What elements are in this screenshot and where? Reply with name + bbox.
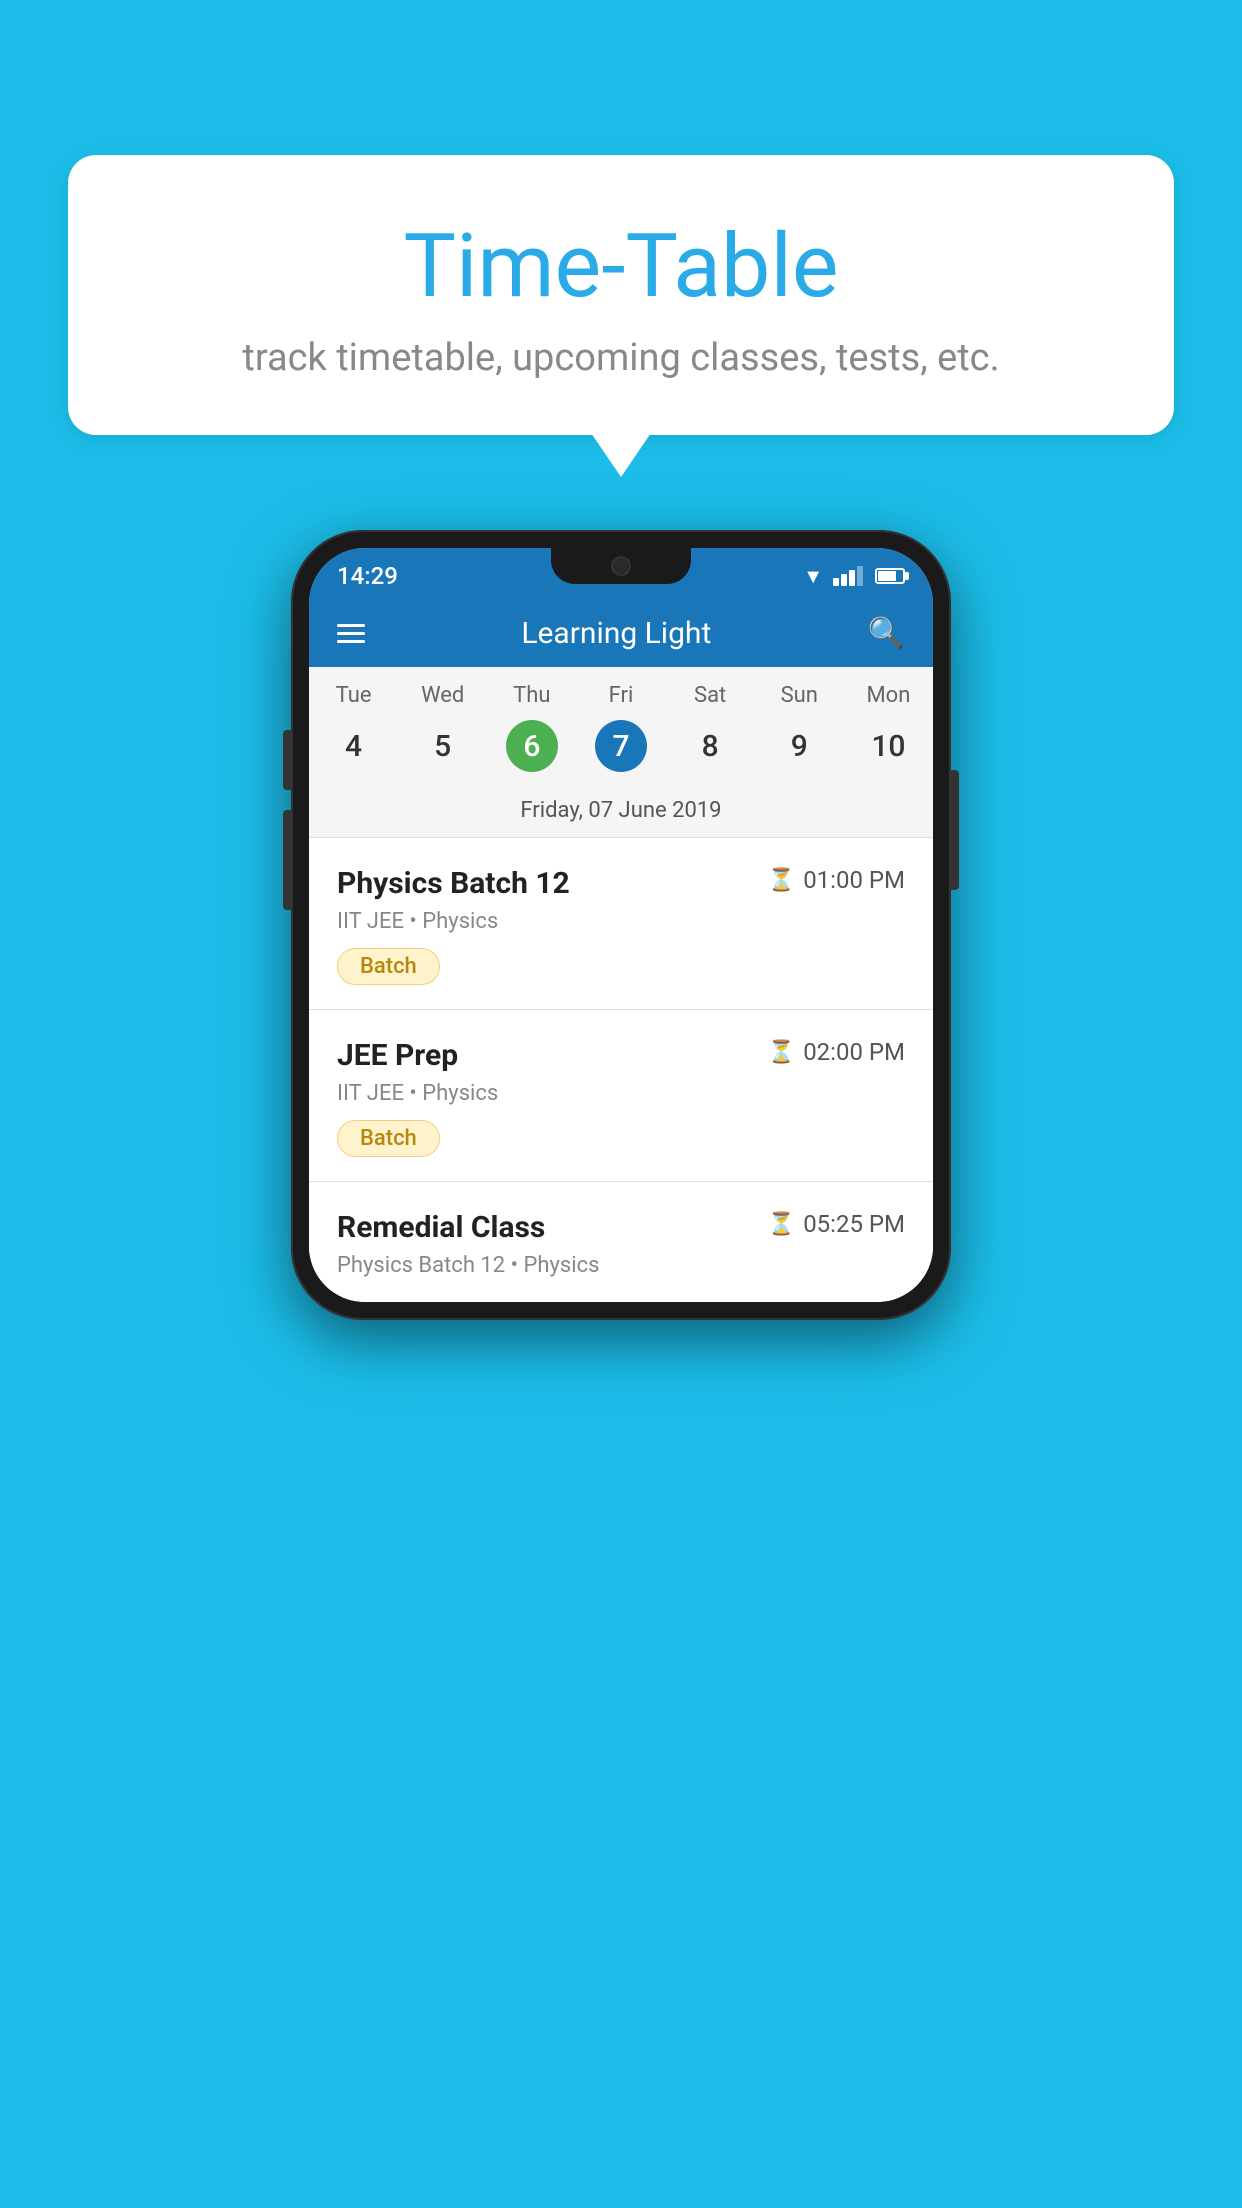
app-bar: Learning Light 🔍	[309, 600, 933, 667]
date-col-4[interactable]: 8	[666, 720, 755, 772]
batch-tag-1: Batch	[337, 948, 440, 985]
dates-row: 45678910	[309, 712, 933, 788]
schedule-sub-2: IIT JEE • Physics	[337, 1081, 905, 1106]
wifi-icon: ▼	[803, 564, 823, 589]
schedule-time-2: ⏳ 02:00 PM	[768, 1038, 905, 1066]
phone-screen: 14:29 ▼	[309, 548, 933, 1302]
schedule-sub-3: Physics Batch 12 • Physics	[337, 1253, 905, 1278]
schedule-item-name-1: Physics Batch 12	[337, 866, 570, 901]
battery-icon	[875, 568, 905, 584]
day-name-4: Sat	[666, 683, 755, 708]
date-col-2[interactable]: 6	[487, 720, 576, 772]
schedule-item-2[interactable]: JEE Prep ⏳ 02:00 PM IIT JEE • Physics Ba…	[309, 1010, 933, 1182]
calendar-section: TueWedThuFriSatSunMon 45678910 Friday, 0…	[309, 667, 933, 838]
status-time: 14:29	[337, 562, 398, 590]
schedule-time-3: ⏳ 05:25 PM	[768, 1210, 905, 1238]
schedule-time-1: ⏳ 01:00 PM	[768, 866, 905, 894]
clock-icon-1: ⏳	[768, 868, 795, 893]
schedule-item-name-2: JEE Prep	[337, 1038, 458, 1073]
speech-bubble: Time-Table track timetable, upcoming cla…	[68, 155, 1174, 435]
menu-button[interactable]	[337, 624, 365, 643]
date-col-0[interactable]: 4	[309, 720, 398, 772]
schedule-item-1[interactable]: Physics Batch 12 ⏳ 01:00 PM IIT JEE • Ph…	[309, 838, 933, 1010]
day-name-0: Tue	[309, 683, 398, 708]
schedule-item-name-3: Remedial Class	[337, 1210, 545, 1245]
phone-mockup: 14:29 ▼	[291, 530, 951, 1320]
page-subtitle: track timetable, upcoming classes, tests…	[118, 336, 1124, 380]
clock-icon-2: ⏳	[768, 1040, 795, 1065]
status-icons: ▼	[803, 564, 905, 589]
day-name-5: Sun	[755, 683, 844, 708]
search-icon[interactable]: 🔍	[868, 616, 905, 651]
clock-icon-3: ⏳	[768, 1212, 795, 1237]
date-col-5[interactable]: 9	[755, 720, 844, 772]
schedule-list: Physics Batch 12 ⏳ 01:00 PM IIT JEE • Ph…	[309, 838, 933, 1302]
day-name-2: Thu	[487, 683, 576, 708]
app-title: Learning Light	[521, 616, 711, 651]
days-header: TueWedThuFriSatSunMon	[309, 667, 933, 712]
date-col-1[interactable]: 5	[398, 720, 487, 772]
schedule-item-3[interactable]: Remedial Class ⏳ 05:25 PM Physics Batch …	[309, 1182, 933, 1302]
date-col-6[interactable]: 10	[844, 720, 933, 772]
schedule-sub-1: IIT JEE • Physics	[337, 909, 905, 934]
signal-icon	[833, 566, 863, 586]
day-name-6: Mon	[844, 683, 933, 708]
page-title: Time-Table	[118, 215, 1124, 318]
date-col-3[interactable]: 7	[576, 720, 665, 772]
day-name-1: Wed	[398, 683, 487, 708]
selected-date-label: Friday, 07 June 2019	[309, 788, 933, 838]
day-name-3: Fri	[576, 683, 665, 708]
batch-tag-2: Batch	[337, 1120, 440, 1157]
